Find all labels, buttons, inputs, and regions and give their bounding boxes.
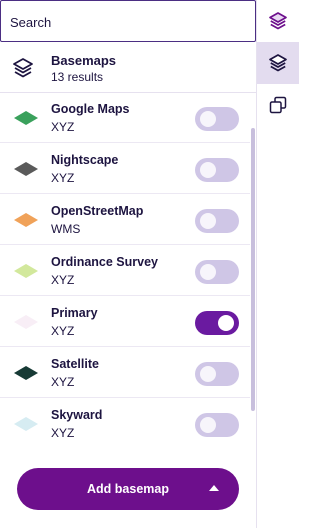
basemap-type: XYZ bbox=[51, 426, 75, 440]
basemap-name: Primary bbox=[51, 306, 98, 320]
add-basemap-label: Add basemap bbox=[87, 482, 169, 496]
caret-up-icon bbox=[209, 485, 219, 491]
add-basemap-button[interactable]: Add basemap bbox=[17, 468, 239, 510]
search-input[interactable] bbox=[10, 13, 240, 31]
basemap-row[interactable]: Primary XYZ bbox=[0, 297, 250, 347]
basemap-row[interactable]: OpenStreetMap WMS bbox=[0, 195, 250, 245]
basemap-row[interactable]: Skyward XYZ bbox=[0, 399, 250, 448]
toggle-knob bbox=[200, 213, 216, 229]
basemap-toggle[interactable] bbox=[195, 158, 239, 182]
toggle-knob bbox=[200, 162, 216, 178]
basemap-swatch-icon bbox=[14, 213, 38, 227]
basemap-list: Google Maps XYZ Nightscape XYZ OpenStreetMap… bbox=[0, 93, 256, 448]
toggle-knob bbox=[200, 417, 216, 433]
layers-icon bbox=[13, 58, 33, 78]
toggle-knob bbox=[200, 111, 216, 127]
basemaps-group-header[interactable]: Basemaps 13 results bbox=[0, 44, 256, 93]
layers-icon bbox=[269, 12, 287, 30]
basemap-type: XYZ bbox=[51, 120, 75, 134]
rail-basemaps-button[interactable] bbox=[257, 42, 299, 84]
side-rail bbox=[256, 0, 299, 528]
basemap-toggle[interactable] bbox=[195, 209, 239, 233]
basemap-swatch-icon bbox=[14, 264, 38, 278]
basemap-name: Skyward bbox=[51, 408, 103, 422]
toggle-knob bbox=[200, 264, 216, 280]
basemap-swatch-icon bbox=[14, 315, 38, 329]
basemap-type: XYZ bbox=[51, 375, 75, 389]
basemap-swatch-icon bbox=[14, 366, 38, 380]
search-box[interactable] bbox=[0, 0, 256, 42]
group-result-count: 13 results bbox=[51, 70, 104, 84]
basemap-swatch-icon bbox=[14, 162, 38, 176]
basemap-type: XYZ bbox=[51, 273, 75, 287]
basemap-toggle[interactable] bbox=[195, 413, 239, 437]
basemap-swatch-icon bbox=[14, 111, 38, 125]
basemap-toggle[interactable] bbox=[195, 260, 239, 284]
basemap-name: Ordinance Survey bbox=[51, 255, 158, 269]
basemap-row[interactable]: Ordinance Survey XYZ bbox=[0, 246, 250, 296]
toggle-knob bbox=[218, 315, 234, 331]
basemap-toggle[interactable] bbox=[195, 107, 239, 131]
basemap-name: Satellite bbox=[51, 357, 99, 371]
basemap-type: WMS bbox=[51, 222, 81, 236]
basemap-name: Google Maps bbox=[51, 102, 130, 116]
basemap-row[interactable]: Nightscape XYZ bbox=[0, 144, 250, 194]
basemap-name: Nightscape bbox=[51, 153, 119, 167]
basemap-toggle[interactable] bbox=[195, 311, 239, 335]
list-scrollbar[interactable] bbox=[251, 128, 255, 411]
basemap-type: XYZ bbox=[51, 171, 75, 185]
toggle-knob bbox=[200, 366, 216, 382]
basemap-type: XYZ bbox=[51, 324, 75, 338]
basemap-name: OpenStreetMap bbox=[51, 204, 144, 218]
basemap-row[interactable]: Google Maps XYZ bbox=[0, 93, 250, 143]
basemap-swatch-icon bbox=[14, 417, 38, 431]
basemap-layers-icon bbox=[269, 54, 287, 72]
rail-layers-button[interactable] bbox=[257, 0, 299, 42]
rail-copy-layers-button[interactable] bbox=[257, 84, 299, 126]
basemap-toggle[interactable] bbox=[195, 362, 239, 386]
group-title: Basemaps bbox=[51, 53, 117, 68]
copy-layers-icon bbox=[269, 96, 287, 114]
basemap-panel: Basemaps 13 results Google MapsXYZNights… bbox=[0, 0, 256, 528]
basemap-row[interactable]: Satellite XYZ bbox=[0, 348, 250, 398]
panel-footer: Add basemap bbox=[0, 448, 256, 528]
